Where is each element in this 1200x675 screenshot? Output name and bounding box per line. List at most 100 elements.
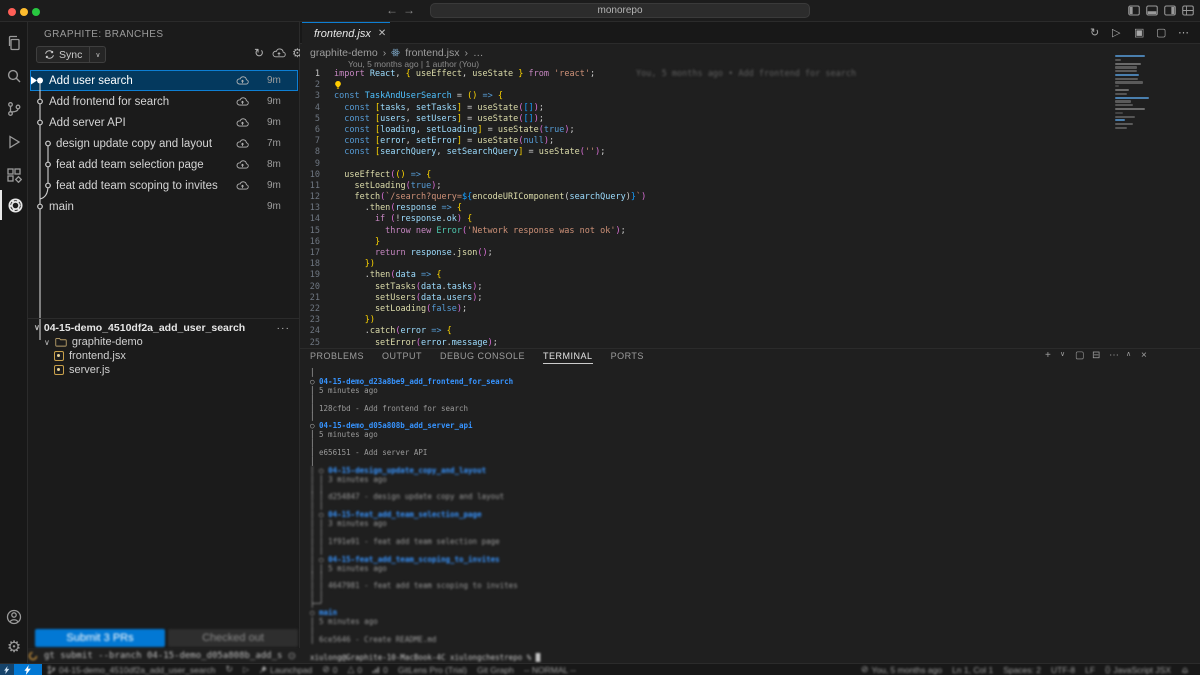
branch-row[interactable]: main9m bbox=[30, 196, 298, 217]
branch-row[interactable]: Add server API9m bbox=[30, 112, 298, 133]
remote-indicator-secondary[interactable] bbox=[0, 664, 14, 675]
panel-tab-output[interactable]: OUTPUT bbox=[382, 349, 422, 364]
minimap[interactable] bbox=[1115, 55, 1163, 131]
account-icon[interactable] bbox=[0, 602, 28, 632]
refresh-icon[interactable]: ↻ bbox=[254, 46, 264, 60]
status-item-play[interactable]: ▷ bbox=[238, 665, 254, 674]
branch-row[interactable]: design update copy and layout7m bbox=[30, 133, 298, 154]
status-item-branch[interactable]: 04-15-demo_4510df2a_add_user_search bbox=[42, 665, 220, 675]
toggle-sidebar-icon[interactable] bbox=[1128, 5, 1140, 16]
editor-run-icon[interactable]: ▷ bbox=[1112, 26, 1120, 39]
tree-folder-row[interactable]: ∨graphite-demo bbox=[28, 335, 300, 349]
extensions-icon[interactable] bbox=[0, 160, 28, 190]
cancel-command-icon[interactable]: ⊙ bbox=[288, 651, 296, 662]
cloud-upload-icon[interactable] bbox=[236, 139, 249, 148]
branch-row[interactable]: Add frontend for search9m bbox=[30, 91, 298, 112]
panel-tab-problems[interactable]: PROBLEMS bbox=[310, 349, 364, 364]
editor-more-actions-icon[interactable]: ⋯ bbox=[1178, 26, 1189, 39]
more-actions-icon[interactable]: ··· bbox=[277, 322, 291, 334]
status-item[interactable]: LF bbox=[1080, 665, 1100, 675]
tree-file-row[interactable]: frontend.jsx bbox=[28, 349, 300, 363]
status-item-warning[interactable]: △0 bbox=[343, 664, 368, 675]
branch-row[interactable]: feat add team scoping to invites9m bbox=[30, 175, 298, 196]
status-item-braces[interactable]: {}JavaScript JSX bbox=[1100, 665, 1176, 675]
breadcrumb[interactable]: graphite-demo › frontend.jsx › … bbox=[310, 46, 484, 59]
status-item-bell[interactable] bbox=[1176, 666, 1194, 674]
cloud-upload-icon[interactable] bbox=[236, 97, 249, 106]
editor-layout-icon[interactable]: ▢ bbox=[1156, 26, 1166, 39]
panel-tab-terminal[interactable]: TERMINAL bbox=[543, 349, 593, 364]
status-item[interactable]: -- NORMAL -- bbox=[519, 665, 581, 675]
close-panel-icon[interactable]: × bbox=[1141, 350, 1147, 361]
tree-file-row[interactable]: server.js bbox=[28, 363, 300, 377]
toggle-secondary-sidebar-icon[interactable] bbox=[1164, 5, 1176, 16]
graphite-icon[interactable] bbox=[0, 190, 28, 220]
editor-history-icon[interactable]: ↻ bbox=[1090, 26, 1099, 39]
panel-tab-bar: PROBLEMS OUTPUT DEBUG CONSOLE TERMINAL PORTS bbox=[310, 349, 644, 364]
tab-close-icon[interactable]: ✕ bbox=[378, 28, 386, 39]
status-item[interactable]: Spaces: 2 bbox=[998, 665, 1046, 675]
source-control-icon[interactable] bbox=[0, 94, 28, 124]
terminal-line: │ e656151 - Add server API bbox=[310, 449, 1190, 458]
macos-zoom-button[interactable] bbox=[32, 8, 40, 16]
breadcrumb-more[interactable]: … bbox=[473, 47, 484, 59]
terminal-output[interactable]: │○ 04-15-demo_d23a8be9_add_frontend_for_… bbox=[310, 369, 1190, 662]
sync-button[interactable]: Sync ∨ bbox=[36, 46, 106, 63]
terminal-line: │ ○ 04-15-feat_add_team_selection_page bbox=[310, 511, 1190, 520]
status-item-sync[interactable]: ↻ bbox=[220, 664, 238, 675]
branch-age: 9m bbox=[267, 201, 297, 212]
cloud-upload-icon[interactable] bbox=[272, 48, 286, 58]
explorer-icon[interactable] bbox=[0, 28, 28, 58]
panel-tab-ports[interactable]: PORTS bbox=[611, 349, 644, 364]
macos-minimize-button[interactable] bbox=[20, 8, 28, 16]
terminal-line: │ │ d254847 - design update copy and lay… bbox=[310, 493, 1190, 502]
changed-files-section-header[interactable]: ∨ 04-15-demo_4510df2a_add_user_search ··… bbox=[28, 320, 300, 335]
panel-tab-debug-console[interactable]: DEBUG CONSOLE bbox=[440, 349, 525, 364]
cloud-upload-icon[interactable] bbox=[236, 181, 249, 190]
macos-close-button[interactable] bbox=[8, 8, 16, 16]
customize-layout-icon[interactable] bbox=[1182, 5, 1194, 16]
settings-gear-icon[interactable]: ⚙ bbox=[0, 632, 28, 662]
cloud-upload-icon[interactable] bbox=[236, 76, 249, 85]
sync-dropdown-chevron-icon[interactable]: ∨ bbox=[90, 51, 105, 59]
nav-back-icon[interactable]: ← bbox=[386, 3, 398, 17]
search-icon[interactable] bbox=[0, 61, 28, 91]
new-terminal-icon[interactable]: + bbox=[1045, 350, 1051, 361]
toggle-panel-icon[interactable] bbox=[1146, 5, 1158, 16]
status-item-signal[interactable]: 0 bbox=[367, 665, 393, 675]
codelens-annotation[interactable]: You, 5 months ago | 1 author (You) bbox=[348, 59, 479, 69]
terminal-line: ○ 04-15-demo_d05a808b_add_server_api bbox=[310, 422, 1190, 431]
terminal-picker-chevron-icon[interactable]: ∨ bbox=[1060, 350, 1065, 358]
cloud-upload-icon[interactable] bbox=[236, 160, 249, 169]
status-item[interactable]: GitLens Pro (Trial) bbox=[393, 665, 472, 675]
tab-label: frontend.jsx bbox=[314, 28, 371, 40]
status-item[interactable]: Git Graph bbox=[472, 665, 519, 675]
remote-indicator[interactable] bbox=[14, 664, 42, 675]
panel-more-actions-icon[interactable]: ⋯ bbox=[1109, 350, 1119, 361]
lightbulb-icon[interactable] bbox=[334, 81, 342, 91]
status-item[interactable]: UTF-8 bbox=[1046, 665, 1080, 675]
terminal-line: │ 6ce5646 - Create README.md bbox=[310, 636, 1190, 645]
maximize-panel-icon[interactable]: ∧ bbox=[1126, 350, 1131, 358]
status-item-blocked[interactable]: ⊘You, 5 months ago bbox=[856, 664, 947, 675]
checked-out-button[interactable]: Checked out bbox=[168, 629, 298, 647]
split-terminal-icon[interactable]: ▢ bbox=[1075, 350, 1084, 361]
branch-row[interactable]: Add user search9m bbox=[30, 70, 298, 91]
split-editor-icon[interactable]: ▣ bbox=[1134, 26, 1144, 39]
breadcrumb-repo[interactable]: graphite-demo bbox=[310, 47, 378, 59]
submit-prs-button[interactable]: Submit 3 PRs bbox=[35, 629, 165, 647]
line-number: 17 bbox=[300, 248, 334, 259]
cloud-upload-icon[interactable] bbox=[236, 118, 249, 127]
code-area[interactable]: 1import React, { useEffect, useState } f… bbox=[300, 69, 1110, 348]
run-debug-icon[interactable] bbox=[0, 127, 28, 157]
status-bar-right: ⊘You, 5 months agoLn 1, Col 1Spaces: 2UT… bbox=[856, 664, 1200, 675]
status-item[interactable]: Ln 1, Col 1 bbox=[947, 665, 998, 675]
status-item-error[interactable]: ⊘0 bbox=[317, 664, 342, 675]
command-center[interactable]: monorepo bbox=[430, 3, 810, 18]
tab-frontend-jsx[interactable]: frontend.jsx ✕ bbox=[302, 22, 390, 44]
status-item-rocket[interactable]: Launchpad bbox=[254, 665, 317, 675]
kill-terminal-icon[interactable]: ⊟ bbox=[1092, 350, 1100, 361]
breadcrumb-file[interactable]: frontend.jsx bbox=[405, 47, 459, 59]
nav-forward-icon[interactable]: → bbox=[403, 3, 415, 17]
branch-row[interactable]: feat add team selection page8m bbox=[30, 154, 298, 175]
